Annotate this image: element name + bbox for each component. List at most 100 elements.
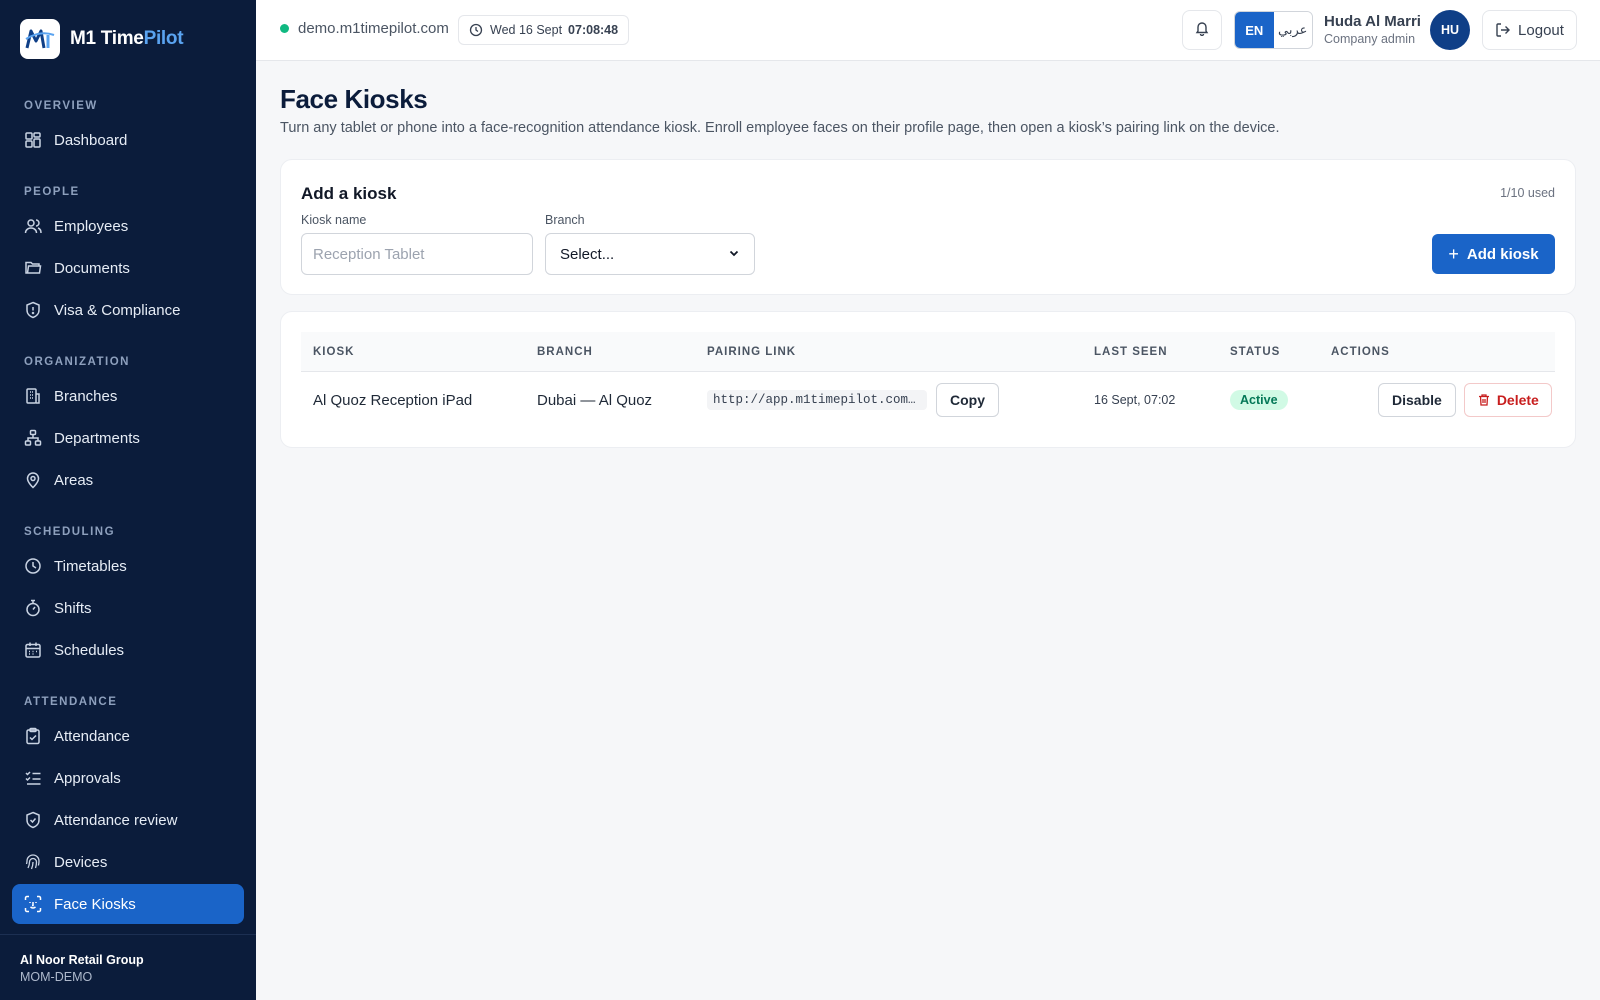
column-header-actions: ACTIONS (1331, 346, 1390, 358)
page-title: Face Kiosks (280, 84, 428, 114)
host-indicator: demo.m1timepilot.com (280, 20, 449, 37)
nav-section-people: PEOPLE (24, 186, 80, 198)
nav-section-organization: ORGANIZATION (24, 356, 130, 368)
add-kiosk-button[interactable]: + Add kiosk (1432, 234, 1555, 274)
nav-section-overview: OVERVIEW (24, 100, 98, 112)
column-header-branch: BRANCH (537, 346, 593, 358)
user-name: Huda Al Marri (1324, 13, 1421, 30)
sidebar-item-label: Schedules (54, 641, 125, 659)
brand-name-accent: Pilot (143, 28, 184, 49)
hierarchy-icon (24, 429, 42, 447)
pairing-link-text[interactable]: http://app.m1timepilot.com/… (707, 390, 927, 410)
sidebar-item-label: Devices (54, 853, 108, 871)
status-badge: Active (1230, 390, 1288, 410)
folder-icon (24, 259, 42, 277)
sidebar-item-shifts[interactable]: Shifts (12, 588, 244, 628)
org-code: MOM-DEMO (20, 970, 93, 984)
add-kiosk-title: Add a kiosk (301, 184, 397, 203)
users-icon (24, 217, 42, 235)
sidebar-item-attendance[interactable]: Attendance (12, 716, 244, 756)
sidebar-item-label: Employees (54, 217, 129, 235)
page-subtitle: Turn any tablet or phone into a face-rec… (280, 120, 1280, 136)
host-text: demo.m1timepilot.com (298, 20, 449, 37)
nav-section-attendance: ATTENDANCE (24, 696, 118, 708)
sidebar-item-branches[interactable]: Branches (12, 376, 244, 416)
avatar[interactable]: HU (1430, 10, 1470, 50)
actions-cell: Disable Delete (1378, 373, 1552, 427)
sidebar-item-label: Face Kiosks (54, 895, 136, 913)
kiosk-usage-count: 1/10 used (1500, 186, 1555, 200)
sidebar: M1 TimePilot OVERVIEW Dashboard PEOPLE E… (0, 0, 256, 1000)
clock-icon (24, 557, 42, 575)
logout-label: Logout (1518, 21, 1564, 39)
last-seen-cell: 16 Sept, 07:02 (1094, 393, 1176, 407)
branch-select-value: Select... (560, 245, 615, 263)
stopwatch-icon (24, 599, 42, 617)
sidebar-item-label: Dashboard (54, 131, 128, 149)
disable-kiosk-button[interactable]: Disable (1378, 383, 1456, 417)
branch-select[interactable]: Select... (545, 233, 755, 275)
sidebar-item-label: Approvals (54, 769, 121, 787)
logout-button[interactable]: Logout (1482, 10, 1577, 50)
delete-label: Delete (1496, 392, 1539, 408)
pairing-link-cell: http://app.m1timepilot.com/… Copy (707, 373, 999, 427)
chevron-down-icon (728, 246, 740, 263)
language-toggle: EN عربي (1234, 11, 1313, 49)
current-date: Wed 16 Sept (490, 23, 563, 37)
plus-icon: + (1448, 243, 1459, 264)
sidebar-item-timetables[interactable]: Timetables (12, 546, 244, 586)
org-name: Al Noor Retail Group (20, 953, 144, 967)
column-header-last-seen: LAST SEEN (1094, 346, 1168, 358)
nav-section-scheduling: SCHEDULING (24, 526, 116, 538)
current-time: 07:08:48 (568, 23, 619, 37)
add-kiosk-label: Add kiosk (1466, 245, 1539, 263)
sidebar-item-dashboard[interactable]: Dashboard (12, 120, 244, 160)
date-time-chip: Wed 16 Sept 07:08:48 (458, 15, 630, 45)
lang-en-button[interactable]: EN (1235, 12, 1274, 48)
user-role: Company admin (1324, 32, 1416, 46)
table-header: KIOSK BRANCH PAIRING LINK LAST SEEN STAT… (301, 332, 1555, 372)
kiosk-name-cell: Al Quoz Reception iPad (313, 391, 473, 409)
sidebar-item-label: Shifts (54, 599, 92, 617)
sidebar-item-label: Visa & Compliance (54, 301, 181, 319)
brand[interactable]: M1 TimePilot (20, 19, 184, 59)
user-info: Huda Al Marri Company admin (1324, 13, 1421, 46)
building-icon (24, 387, 42, 405)
sidebar-item-label: Timetables (54, 557, 127, 575)
branch-cell: Dubai — Al Quoz (537, 391, 653, 409)
delete-kiosk-button[interactable]: Delete (1463, 383, 1552, 417)
sidebar-item-schedules[interactable]: Schedules (12, 630, 244, 670)
column-header-kiosk: KIOSK (313, 346, 355, 358)
org-switcher[interactable]: Al Noor Retail Group MOM-DEMO (0, 934, 256, 1000)
face-scan-icon (24, 895, 42, 913)
online-status-dot (280, 24, 289, 33)
lang-ar-button[interactable]: عربي (1273, 12, 1312, 48)
copy-link-button[interactable]: Copy (936, 383, 999, 417)
notifications-button[interactable] (1182, 10, 1222, 50)
brand-logo-icon (20, 19, 60, 59)
dashboard-icon (24, 131, 42, 149)
sidebar-item-approvals[interactable]: Approvals (12, 758, 244, 798)
bell-icon (1194, 20, 1210, 41)
sidebar-item-label: Attendance review (54, 811, 178, 829)
column-header-status: STATUS (1230, 346, 1281, 358)
column-header-pairing-link: PAIRING LINK (707, 346, 797, 358)
kiosk-name-label: Kiosk name (301, 213, 367, 227)
sidebar-item-face-kiosks[interactable]: Face Kiosks (12, 884, 244, 924)
sidebar-item-employees[interactable]: Employees (12, 206, 244, 246)
sidebar-item-label: Documents (54, 259, 130, 277)
topbar: demo.m1timepilot.com Wed 16 Sept 07:08:4… (256, 0, 1600, 61)
shield-icon (24, 301, 42, 319)
sidebar-item-departments[interactable]: Departments (12, 418, 244, 458)
map-pin-icon (24, 471, 42, 489)
sidebar-item-visa-compliance[interactable]: Visa & Compliance (12, 290, 244, 330)
sidebar-item-attendance-review[interactable]: Attendance review (12, 800, 244, 840)
calendar-icon (24, 641, 42, 659)
kiosk-name-input[interactable] (301, 233, 533, 275)
sidebar-item-documents[interactable]: Documents (12, 248, 244, 288)
clipboard-check-icon (24, 727, 42, 745)
sidebar-item-label: Attendance (54, 727, 130, 745)
sidebar-item-devices[interactable]: Devices (12, 842, 244, 882)
sidebar-item-areas[interactable]: Areas (12, 460, 244, 500)
add-kiosk-card: Add a kiosk 1/10 used Kiosk name Branch … (280, 159, 1576, 295)
